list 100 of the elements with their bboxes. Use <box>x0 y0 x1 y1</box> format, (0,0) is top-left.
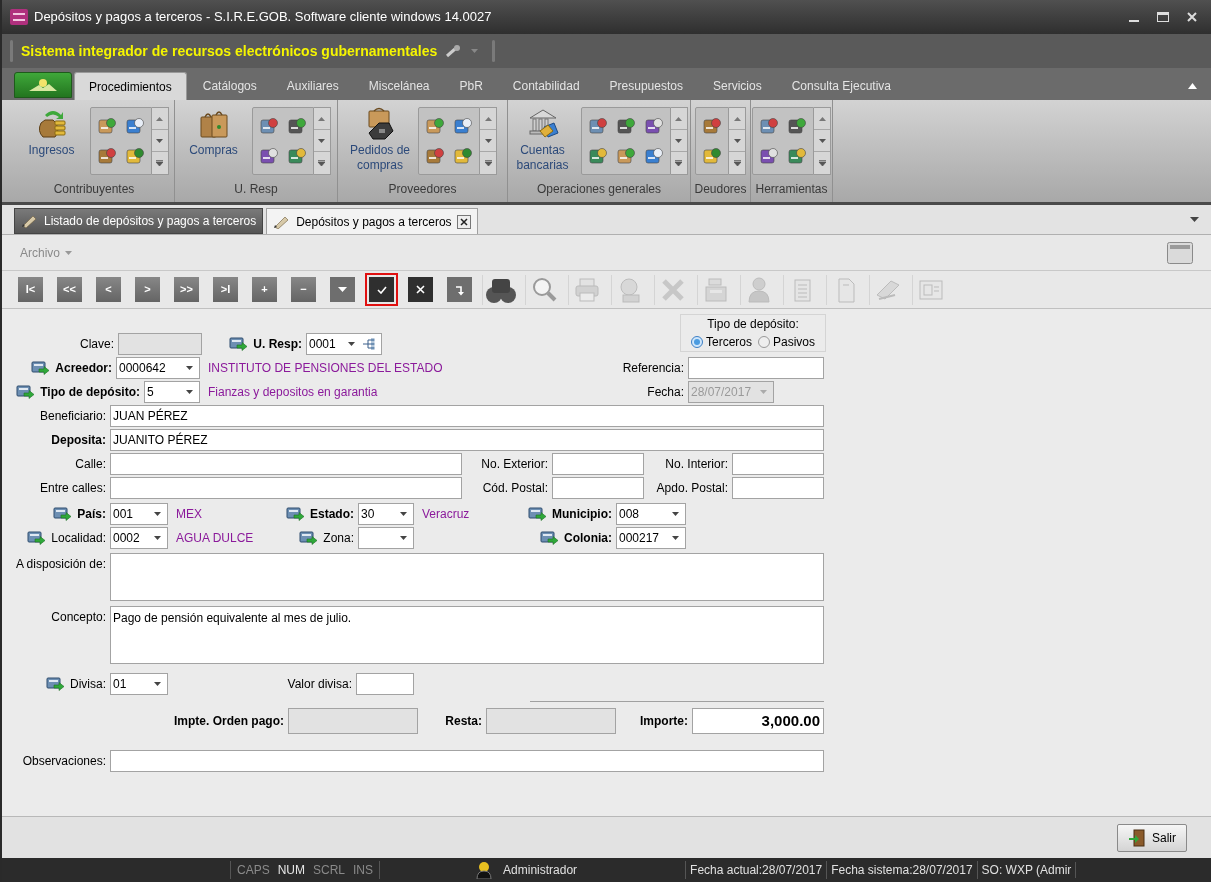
dropdown-field[interactable]: 01 <box>110 673 168 695</box>
document-tab[interactable]: Listado de depósitos y pagos a terceros <box>14 208 264 234</box>
tool-icon[interactable] <box>258 116 279 136</box>
tool-icon[interactable] <box>787 116 807 136</box>
tool-icon[interactable] <box>96 116 117 136</box>
field-label: Calle: <box>75 456 106 473</box>
ribbon-button[interactable]: Pedidos de compras <box>348 107 412 173</box>
text-field[interactable] <box>110 453 462 475</box>
maximize-icon[interactable] <box>1157 12 1169 22</box>
ribbon-tab[interactable]: Auxiliares <box>272 72 353 100</box>
dropdown-field[interactable]: 0002 <box>110 527 168 549</box>
card-arrow-icon[interactable] <box>286 507 306 521</box>
close-icon[interactable] <box>1187 12 1197 22</box>
card-arrow-icon[interactable] <box>540 531 560 545</box>
tool-icon[interactable] <box>787 146 807 166</box>
close-icon <box>416 285 425 294</box>
card-arrow-icon[interactable] <box>53 507 74 521</box>
card-arrow-icon[interactable] <box>46 677 66 691</box>
tool-icon[interactable] <box>453 116 473 136</box>
card-arrow-icon[interactable] <box>16 385 37 399</box>
ribbon-button[interactable]: Compras <box>181 107 246 158</box>
dropdown-field[interactable]: 0001 <box>306 333 382 355</box>
text-field[interactable] <box>732 477 824 499</box>
ribbon-tab[interactable]: Presupuestos <box>595 72 697 100</box>
key-indicator: NUM <box>277 862 305 879</box>
redo-arrow-icon <box>453 283 466 296</box>
ribbon-button[interactable]: Ingresos <box>19 107 84 158</box>
app-logo-icon <box>10 9 28 25</box>
description-text: INSTITUTO DE PENSIONES DEL ESTADO <box>208 360 443 377</box>
tool-icon[interactable] <box>286 116 307 136</box>
exit-button[interactable]: Salir <box>1117 823 1187 852</box>
ribbon-tab[interactable]: Catálogos <box>188 72 271 100</box>
file-menu[interactable]: Archivo <box>20 243 72 262</box>
up-arrow-icon <box>733 116 741 121</box>
radio-button[interactable]: Terceros <box>690 333 752 351</box>
toolbar-button[interactable] <box>365 273 398 306</box>
card-arrow-icon[interactable] <box>27 531 48 545</box>
collapse-icon[interactable] <box>1188 83 1197 89</box>
tool-icon[interactable] <box>124 116 145 136</box>
dropdown-field[interactable]: 30 <box>358 503 414 525</box>
dropdown-field[interactable]: 008 <box>616 503 686 525</box>
document-tab[interactable]: Depósitos y pagos a terceros <box>266 208 478 234</box>
close-tab-icon[interactable] <box>456 214 471 229</box>
ribbon-tab[interactable]: Contabilidad <box>498 72 594 100</box>
text-field[interactable] <box>732 453 824 475</box>
text-field[interactable] <box>688 357 824 379</box>
text-field[interactable] <box>110 477 462 499</box>
window-icon[interactable] <box>1167 241 1193 264</box>
tree-icon[interactable] <box>363 338 375 350</box>
ribbon-button[interactable]: Cuentas bancarias <box>510 107 575 173</box>
caret-icon <box>338 287 347 292</box>
tool-icon[interactable] <box>453 146 473 166</box>
tool-icon[interactable] <box>702 146 722 166</box>
tool-icon[interactable] <box>96 146 117 166</box>
text-field[interactable]: JUANITO PÉREZ <box>110 429 824 451</box>
tool-icon[interactable] <box>702 116 722 136</box>
ribbon-tab[interactable]: Consulta Ejecutiva <box>777 72 906 100</box>
down-arrow-icon <box>733 138 741 143</box>
field-label: Resta: <box>445 713 482 730</box>
field-label: Apdo. Postal: <box>656 480 728 497</box>
tool-icon[interactable] <box>615 116 636 136</box>
text-field[interactable] <box>552 477 644 499</box>
tool-icon[interactable] <box>587 146 608 166</box>
text-area[interactable]: Pago de pensión equivalente al mes de julio. <box>110 606 824 664</box>
ribbon-tab[interactable]: Procedimientos <box>74 72 187 100</box>
dropdown-field[interactable] <box>358 527 414 549</box>
caret-icon[interactable] <box>1190 217 1199 222</box>
card-arrow-icon[interactable] <box>31 361 52 375</box>
dropdown-field[interactable]: 0000642 <box>116 357 200 379</box>
expand-arrow-icon <box>318 160 325 166</box>
text-field[interactable]: JUAN PÉREZ <box>110 405 824 427</box>
tool-icon[interactable] <box>258 146 279 166</box>
app-menu-button[interactable] <box>14 72 72 98</box>
caret-icon <box>65 250 72 255</box>
ribbon-tab[interactable]: PbR <box>445 72 497 100</box>
amount-field[interactable]: 3,000.00 <box>692 708 824 734</box>
tool-icon[interactable] <box>425 116 445 136</box>
text-field[interactable] <box>110 750 824 772</box>
text-area[interactable] <box>110 553 824 601</box>
tool-icon[interactable] <box>124 146 145 166</box>
radio-button[interactable]: Pasivos <box>758 333 815 351</box>
tool-icon[interactable] <box>643 146 664 166</box>
text-field[interactable] <box>356 673 414 695</box>
tool-icon[interactable] <box>759 146 779 166</box>
card-arrow-icon[interactable] <box>528 507 548 521</box>
ribbon-tab[interactable]: Miscelánea <box>354 72 444 100</box>
tool-icon[interactable] <box>615 146 636 166</box>
ribbon-tab[interactable]: Servicios <box>698 72 776 100</box>
tool-icon[interactable] <box>286 146 307 166</box>
dropdown-field[interactable]: 5 <box>144 381 200 403</box>
card-arrow-icon[interactable] <box>229 337 250 351</box>
expand-arrow-icon <box>156 160 163 166</box>
tool-icon[interactable] <box>759 116 779 136</box>
card-arrow-icon[interactable] <box>299 531 320 545</box>
dropdown-field[interactable]: 001 <box>110 503 168 525</box>
tool-icon[interactable] <box>643 116 664 136</box>
dropdown-field[interactable]: 000217 <box>616 527 686 549</box>
text-field[interactable] <box>552 453 644 475</box>
tool-icon[interactable] <box>587 116 608 136</box>
tool-icon[interactable] <box>425 146 445 166</box>
